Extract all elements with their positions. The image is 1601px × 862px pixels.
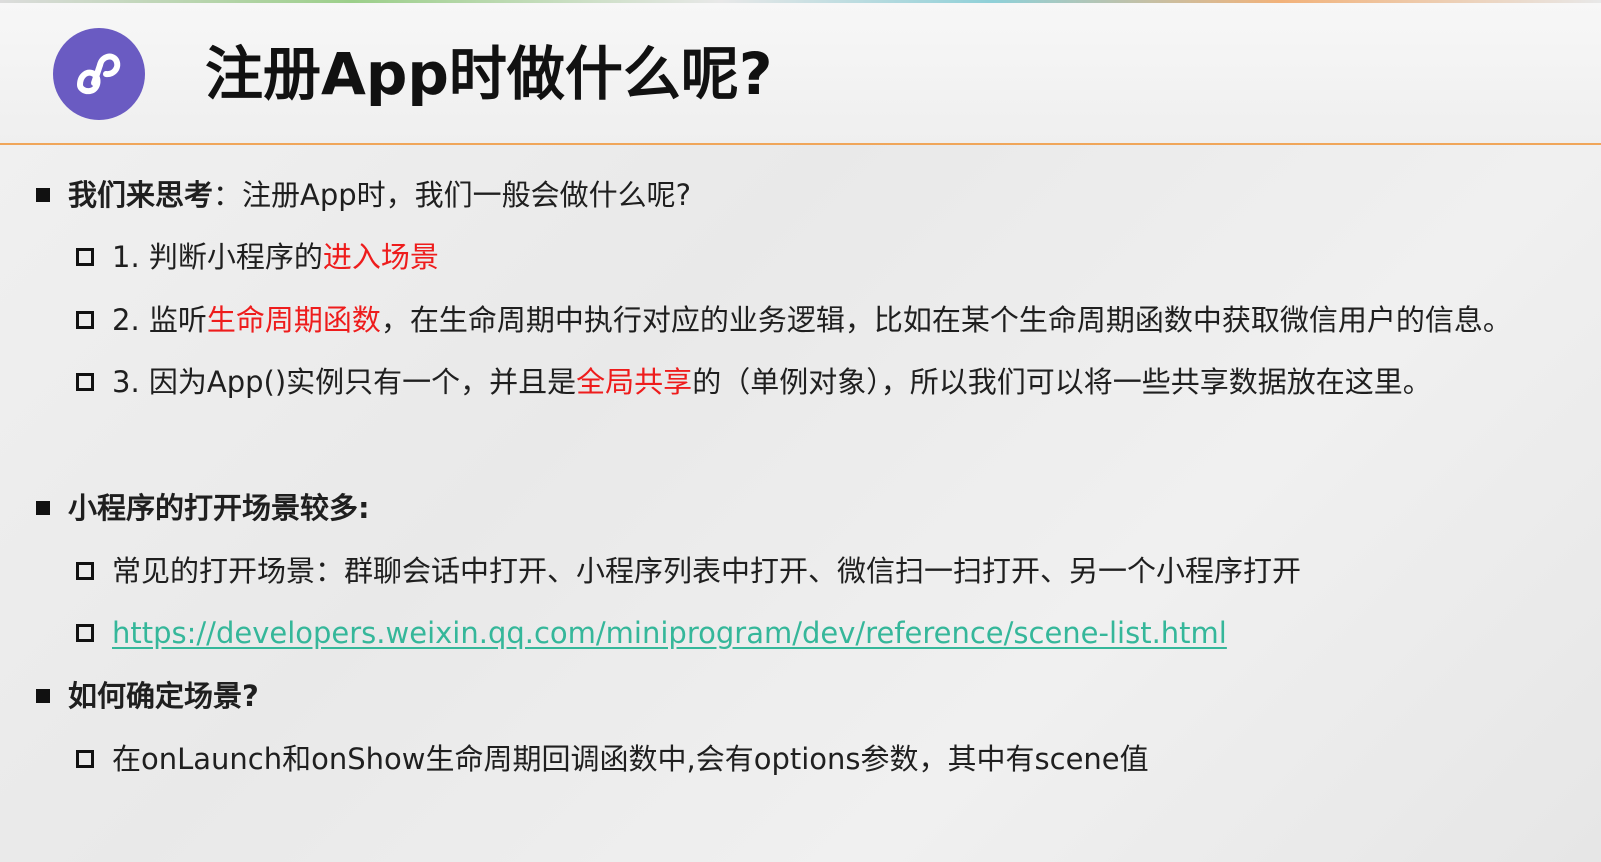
think-item-1-highlight: 进入场景	[322, 240, 439, 274]
bullet-determine: 如何确定场景?	[36, 676, 259, 716]
hollow-square-bullet-icon	[76, 750, 94, 768]
think-item-2-highlight: 生命周期函数	[206, 303, 381, 337]
scenes-item-1: 常见的打开场景：群聊会话中打开、小程序列表中打开、微信扫一扫打开、另一个小程序打…	[76, 551, 1301, 591]
think-item-2-suffix: ，在生命周期中执行对应的业务逻辑，比如在某个生命周期函数中获取微信用户的信息。	[380, 303, 1512, 337]
filled-square-bullet-icon	[36, 188, 50, 202]
scenes-item-1-text: 常见的打开场景：群聊会话中打开、小程序列表中打开、微信扫一扫打开、另一个小程序打…	[112, 554, 1302, 588]
bullet-think: 我们来思考 ：注册App时，我们一般会做什么呢?	[36, 175, 691, 215]
determine-item-1-text: 在onLaunch和onShow生命周期回调函数中,会有options参数，其中…	[112, 742, 1149, 776]
hollow-square-bullet-icon	[76, 624, 94, 642]
hollow-square-bullet-icon	[76, 311, 94, 329]
hollow-square-bullet-icon	[76, 248, 94, 266]
think-item-1-prefix: 1. 判断小程序的	[112, 240, 323, 274]
think-item-3-highlight: 全局共享	[576, 365, 693, 399]
scene-list-link[interactable]: https://developers.weixin.qq.com/minipro…	[112, 613, 1227, 653]
determine-heading: 如何确定场景?	[68, 679, 259, 713]
bullet-scenes: 小程序的打开场景较多:	[36, 488, 370, 528]
think-text: ：注册App时，我们一般会做什么呢?	[213, 178, 692, 212]
think-item-1: 1. 判断小程序的 进入场景	[76, 237, 439, 277]
think-heading: 我们来思考	[68, 178, 214, 212]
think-item-3-suffix: 的（单例对象），所以我们可以将一些共享数据放在这里。	[692, 365, 1432, 399]
scenes-item-2: https://developers.weixin.qq.com/minipro…	[76, 613, 1227, 653]
scenes-heading: 小程序的打开场景较多:	[68, 491, 370, 525]
think-item-3-prefix: 3. 因为App()实例只有一个，并且是	[112, 365, 577, 399]
hollow-square-bullet-icon	[76, 373, 94, 391]
think-item-2: 2. 监听 生命周期函数 ，在生命周期中执行对应的业务逻辑，比如在某个生命周期函数中…	[76, 300, 1512, 340]
think-item-2-prefix: 2. 监听	[112, 303, 207, 337]
filled-square-bullet-icon	[36, 689, 50, 703]
determine-item-1: 在onLaunch和onShow生命周期回调函数中,会有options参数，其中…	[76, 739, 1149, 779]
think-item-3: 3. 因为App()实例只有一个，并且是 全局共享 的（单例对象），所以我们可以将一…	[76, 362, 1432, 402]
filled-square-bullet-icon	[36, 501, 50, 515]
slide-content: 我们来思考 ：注册App时，我们一般会做什么呢? 1. 判断小程序的 进入场景 2.…	[0, 0, 1601, 862]
hollow-square-bullet-icon	[76, 562, 94, 580]
